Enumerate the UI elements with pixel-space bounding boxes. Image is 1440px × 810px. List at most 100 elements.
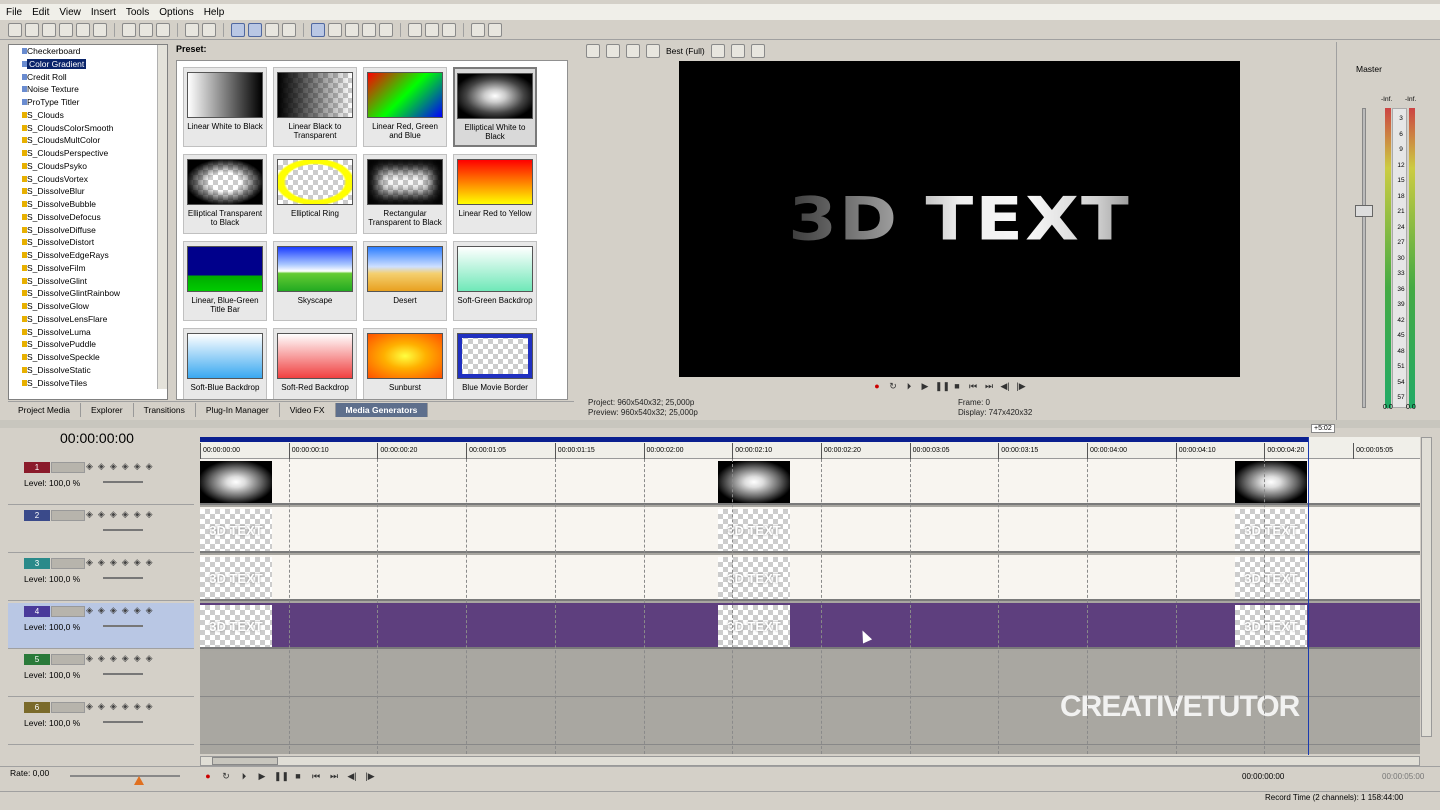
mute-icon[interactable]: ◈ [134, 701, 141, 712]
clip-thumbnail[interactable] [718, 461, 790, 503]
generator-item[interactable]: S_DissolveBlur [9, 185, 167, 198]
next-frame-icon[interactable]: |▶ [1015, 380, 1027, 392]
generator-item[interactable]: Credit Roll [9, 71, 167, 84]
render-icon[interactable] [76, 23, 90, 37]
motion-icon[interactable]: ◈ [86, 653, 93, 664]
selection-edit-icon[interactable] [265, 23, 279, 37]
generator-item[interactable]: S_CloudsColorSmooth [9, 122, 167, 135]
media-fx-icon[interactable] [442, 23, 456, 37]
mute-icon[interactable]: ◈ [134, 557, 141, 568]
preset-tile[interactable]: Sunburst [363, 328, 447, 399]
split-screen-icon[interactable] [626, 43, 640, 58]
track-level-slider[interactable] [103, 529, 143, 531]
track-row[interactable]: 3D TEXT 3D TEXT 3D TEXT [200, 603, 1420, 649]
pan-crop-icon[interactable]: ◈ [110, 653, 117, 664]
whats-this-icon[interactable] [488, 23, 502, 37]
undo-icon[interactable] [185, 23, 199, 37]
previous-frame-icon[interactable]: ◀| [346, 770, 358, 782]
motion-icon[interactable]: ◈ [86, 557, 93, 568]
tab-plug-in-manager[interactable]: Plug-In Manager [196, 403, 280, 417]
rate-slider-handle[interactable] [134, 776, 144, 785]
preset-tile[interactable]: Elliptical Transparent to Black [183, 154, 267, 234]
tab-media-generators[interactable]: Media Generators [335, 403, 429, 417]
panel-splitter[interactable] [0, 420, 1440, 428]
preset-tile[interactable]: Linear Black to Transparent [273, 67, 357, 147]
generator-item[interactable]: Color Gradient [9, 58, 167, 71]
solo-icon[interactable]: ◈ [146, 653, 153, 664]
save-snapshot-icon[interactable] [750, 43, 765, 58]
tab-explorer[interactable]: Explorer [81, 403, 134, 417]
generator-item[interactable]: Checkerboard [9, 45, 167, 58]
track-row[interactable]: 3D TEXT 3D TEXT 3D TEXT [200, 507, 1420, 553]
fx-icon[interactable]: ◈ [122, 701, 129, 712]
fx-icon[interactable]: ◈ [122, 653, 129, 664]
track-row[interactable]: 3D TEXT 3D TEXT 3D TEXT [200, 555, 1420, 601]
zoom-icon[interactable] [379, 23, 393, 37]
pan-crop-icon[interactable]: ◈ [110, 605, 117, 616]
motion-icon[interactable]: ◈ [86, 509, 93, 520]
preview-quality-dropdown[interactable]: Best (Full) [666, 46, 705, 56]
preset-tile[interactable]: Blue Movie Border [453, 328, 537, 399]
grid-icon[interactable] [710, 43, 725, 58]
fx-icon[interactable]: ◈ [122, 461, 129, 472]
properties-icon[interactable] [93, 23, 107, 37]
track-name-field[interactable] [51, 606, 85, 617]
motion-icon[interactable]: ◈ [86, 461, 93, 472]
record-icon[interactable]: ● [871, 380, 883, 392]
menu-file[interactable]: File [6, 7, 22, 18]
menu-insert[interactable]: Insert [91, 7, 116, 18]
go-to-end-icon[interactable]: ⏭ [328, 770, 340, 782]
record-icon[interactable]: ● [202, 770, 214, 782]
solo-icon[interactable]: ◈ [146, 605, 153, 616]
play-icon[interactable]: ▶ [256, 770, 268, 782]
text-clip-thumbnail[interactable]: 3D TEXT [718, 509, 790, 551]
go-to-start-icon[interactable]: ⏮ [310, 770, 322, 782]
next-frame-icon[interactable]: |▶ [364, 770, 376, 782]
tab-transitions[interactable]: Transitions [134, 403, 196, 417]
text-clip-thumbnail[interactable]: 3D TEXT [718, 605, 790, 647]
generator-list[interactable]: Checkerboard Color Gradient Credit Roll Noi… [8, 44, 168, 400]
text-clip-thumbnail[interactable]: 3D TEXT [1235, 557, 1307, 599]
text-clip-thumbnail[interactable]: 3D TEXT [200, 557, 272, 599]
track-name-field[interactable] [51, 558, 85, 569]
track-header[interactable]: 5 ◈ ◈ ◈ ◈ ◈ ◈ Level: 100,0 % [8, 651, 194, 697]
generator-item[interactable]: S_DissolveGlow [9, 300, 167, 313]
menu-options[interactable]: Options [159, 7, 193, 18]
pan-crop-icon[interactable]: ◈ [110, 557, 117, 568]
fx-icon[interactable]: ◈ [122, 509, 129, 520]
generator-item[interactable]: S_DissolveDiffuse [9, 224, 167, 237]
stop-icon[interactable]: ■ [292, 770, 304, 782]
track-level-slider[interactable] [103, 481, 143, 483]
solo-icon[interactable]: ◈ [146, 509, 153, 520]
play-from-start-icon[interactable]: ⏵ [238, 770, 250, 782]
clip-thumbnail[interactable] [1235, 461, 1307, 503]
menu-help[interactable]: Help [204, 7, 225, 18]
rate-slider[interactable] [70, 775, 180, 777]
generator-list-scrollbar[interactable] [157, 45, 167, 389]
text-clip-thumbnail[interactable]: 3D TEXT [200, 605, 272, 647]
track-level-slider[interactable] [103, 721, 143, 723]
overlays-icon[interactable] [646, 43, 660, 58]
track-level-slider[interactable] [103, 673, 143, 675]
menu-edit[interactable]: Edit [32, 7, 49, 18]
track-level-slider[interactable] [103, 577, 143, 579]
tab-video-fx[interactable]: Video FX [280, 403, 336, 417]
timeline-scroll-thumb[interactable] [212, 757, 278, 765]
track-row[interactable] [200, 459, 1420, 505]
pause-icon[interactable]: ❚❚ [274, 770, 289, 782]
generator-item[interactable]: S_Clouds [9, 109, 167, 122]
composite-icon[interactable]: ◈ [98, 701, 105, 712]
generator-item[interactable]: Noise Texture [9, 83, 167, 96]
save-icon[interactable] [42, 23, 56, 37]
master-fader-handle[interactable] [1355, 205, 1373, 217]
generator-item[interactable]: S_CloudsPsyko [9, 160, 167, 173]
menu-tools[interactable]: Tools [126, 7, 149, 18]
generator-item[interactable]: S_DissolveEdgeRays [9, 249, 167, 262]
go-to-end-icon[interactable]: ⏭ [983, 380, 995, 392]
new-icon[interactable] [8, 23, 22, 37]
generator-item[interactable]: S_DissolveStatic [9, 364, 167, 377]
track-header[interactable]: 3 ◈ ◈ ◈ ◈ ◈ ◈ Level: 100,0 % [8, 555, 194, 601]
pan-crop-icon[interactable]: ◈ [110, 461, 117, 472]
lock-envelopes-icon[interactable] [345, 23, 359, 37]
generator-item[interactable]: S_DissolveGlintRainbow [9, 287, 167, 300]
